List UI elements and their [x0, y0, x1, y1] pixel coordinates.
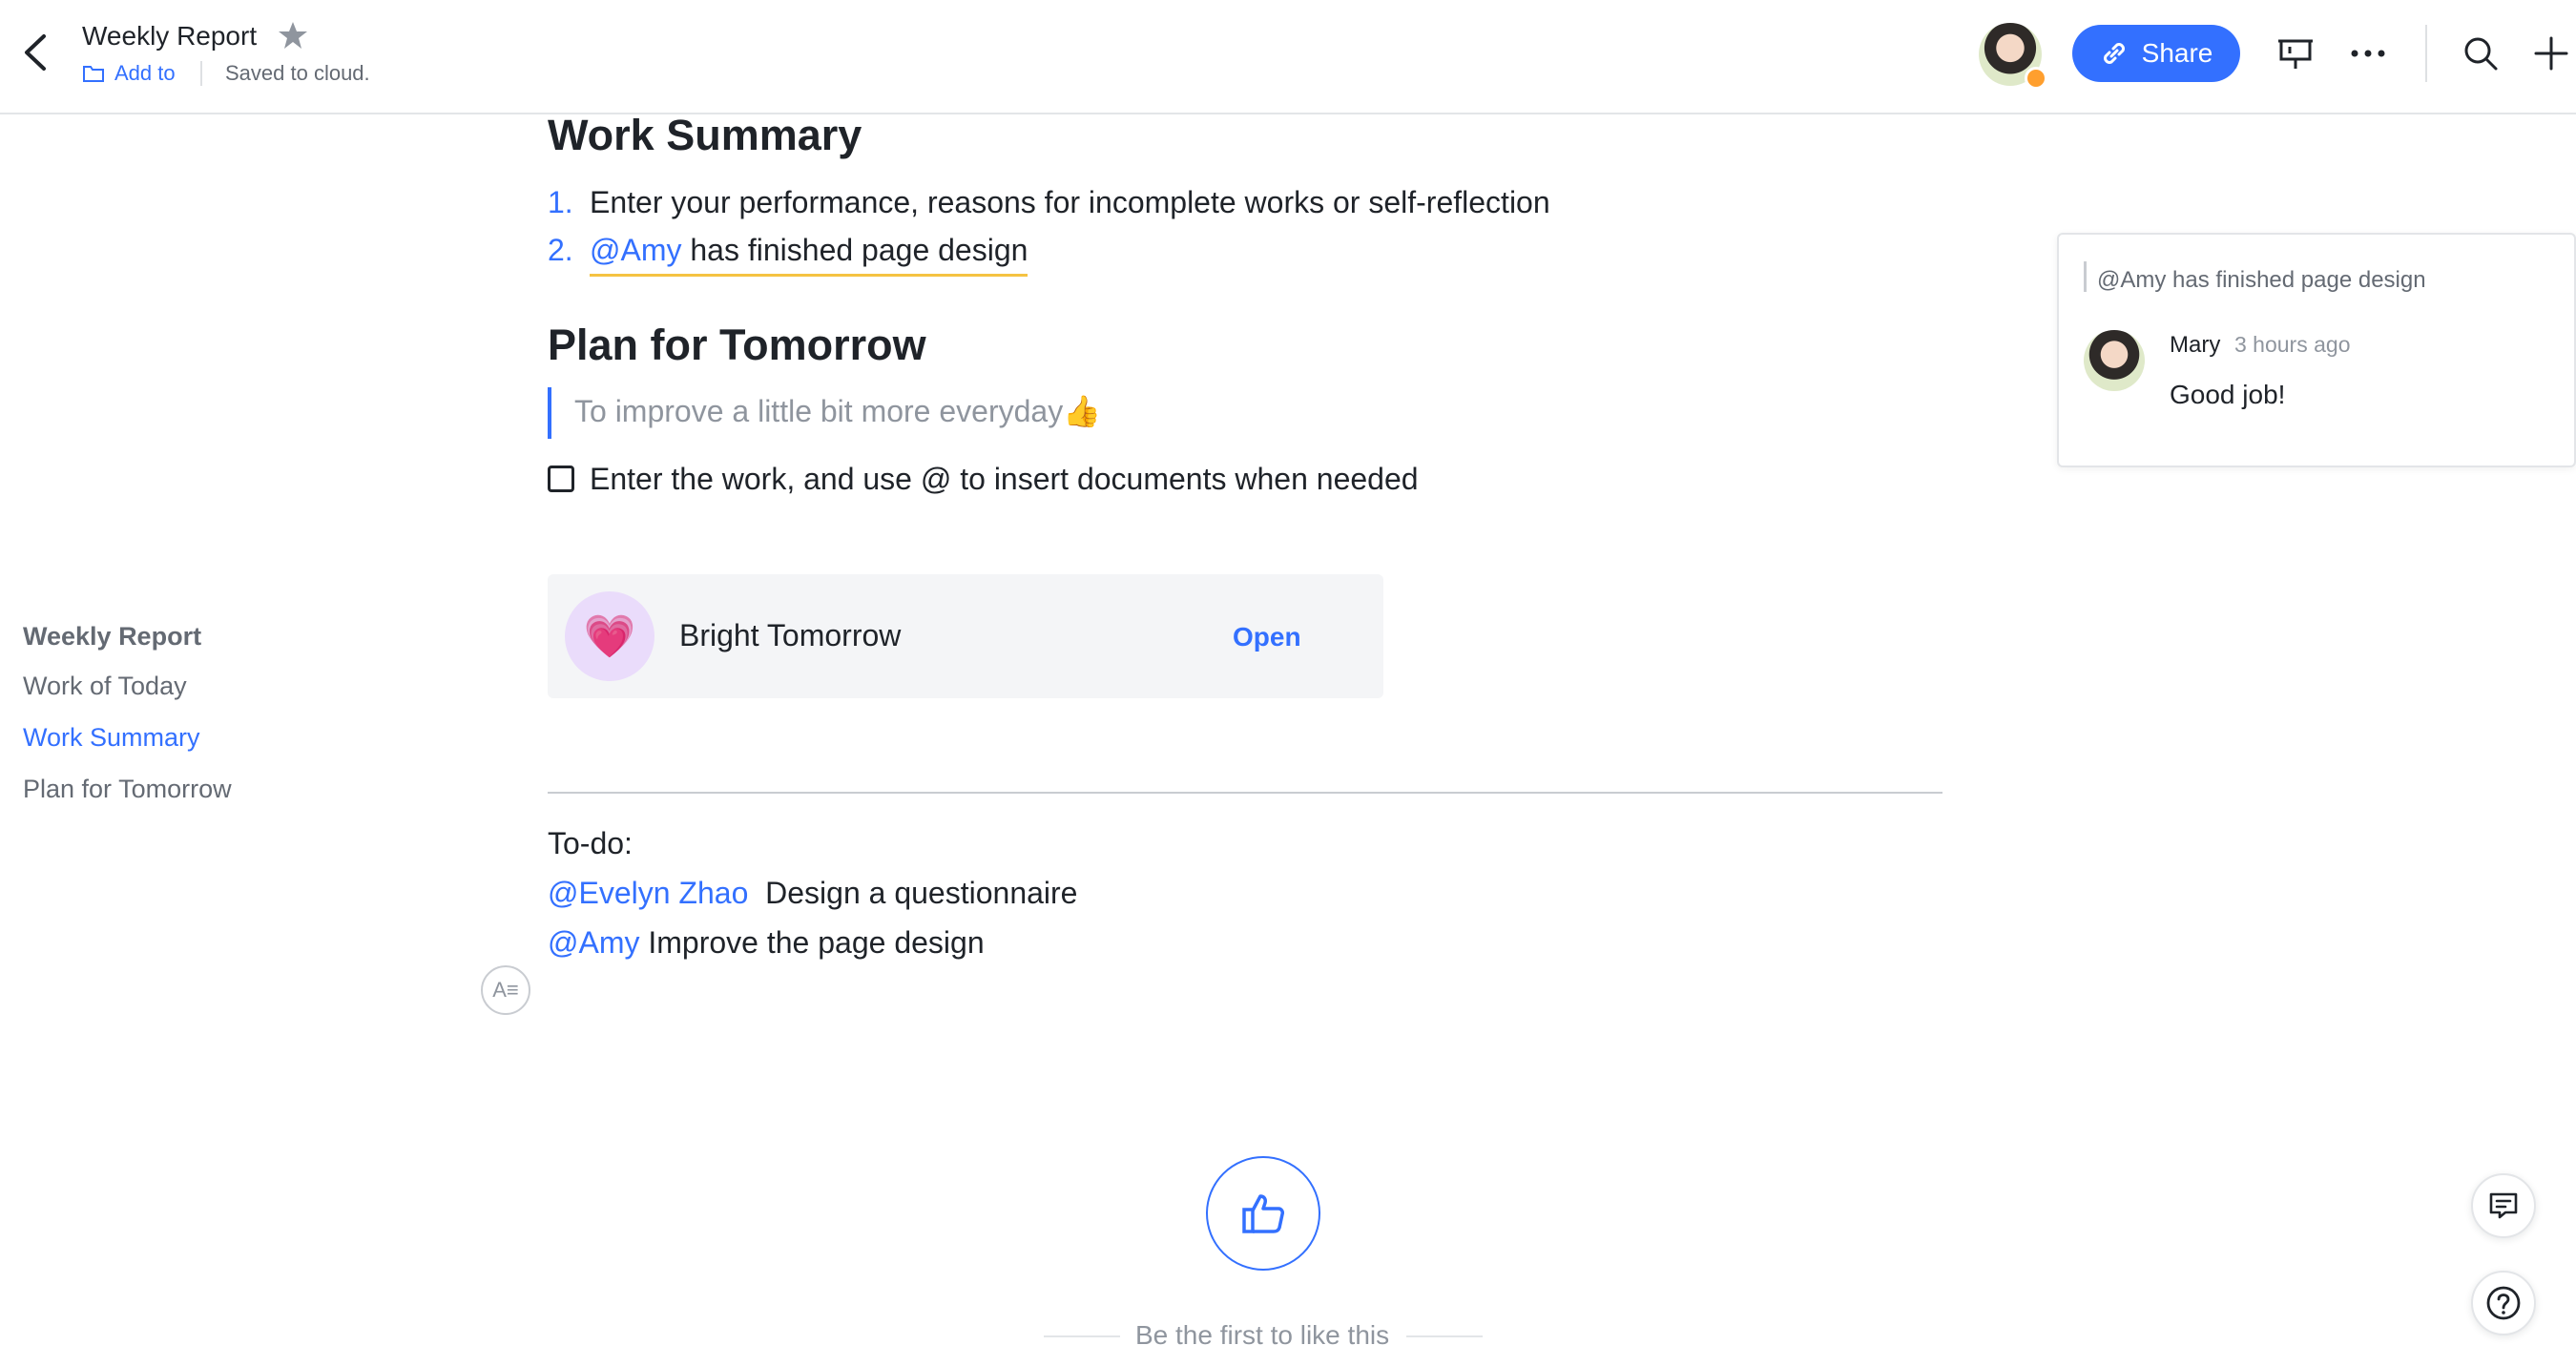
comment-icon [2489, 1192, 2518, 1219]
comment-text: Good job! [2170, 380, 2286, 409]
doc-title: Weekly Report [82, 21, 258, 51]
quote-text[interactable]: To improve a little bit more everyday👍 [574, 393, 1101, 429]
folder-icon [83, 66, 104, 82]
divider [1044, 1335, 1120, 1337]
doc-card[interactable]: 💗 Bright Tomorrow Open [548, 574, 1383, 698]
outline-item-work-summary[interactable]: Work Summary [23, 723, 200, 753]
star-icon[interactable] [277, 19, 309, 52]
quote-bar [548, 387, 551, 439]
link-icon [2103, 43, 2125, 64]
comment-quote: @Amy has finished page design [2097, 267, 2426, 293]
save-status: Saved to cloud. [225, 61, 370, 85]
mention-amy[interactable]: @Amy [548, 925, 639, 960]
mention-evelyn-zhao[interactable]: @Evelyn Zhao [548, 876, 748, 910]
comment-card[interactable]: @Amy has finished page design Mary 3 hou… [2057, 233, 2576, 467]
comment-time: 3 hours ago [2234, 332, 2351, 357]
outline-item-plan-for-tomorrow[interactable]: Plan for Tomorrow [23, 775, 232, 804]
presentation-icon[interactable] [2276, 34, 2315, 72]
task-text[interactable]: Enter the work, and use @ to insert docu… [590, 462, 1419, 497]
share-button[interactable]: Share [2072, 25, 2240, 82]
heading-work-summary: Work Summary [548, 111, 862, 159]
list-item-text[interactable]: Enter your performance, reasons for inco… [590, 185, 1550, 220]
todo-text: Design a questionnaire [765, 876, 1078, 910]
task-checkbox[interactable] [548, 466, 574, 492]
share-label: Share [2141, 38, 2213, 68]
top-bar: Weekly Report Add to Saved to cloud. Sha… [0, 0, 2576, 114]
back-button[interactable] [17, 29, 55, 76]
outline-title[interactable]: Weekly Report [23, 622, 201, 652]
heading-plan-for-tomorrow: Plan for Tomorrow [548, 321, 926, 369]
divider [200, 61, 202, 86]
help-icon [2486, 1286, 2521, 1320]
todo-row[interactable]: @Amy Improve the page design [548, 925, 985, 961]
divider [2425, 25, 2427, 82]
add-to-button[interactable]: Add to [82, 61, 176, 86]
text-style-icon: A≡ [492, 978, 519, 1002]
commented-list-item[interactable]: @Amy has finished page design [590, 233, 1028, 277]
presence-dot [2025, 67, 2047, 90]
quote-bar [2084, 261, 2087, 292]
add-to-label: Add to [114, 61, 176, 85]
card-title: Bright Tomorrow [679, 618, 902, 652]
thumbs-up-icon [1242, 1194, 1284, 1233]
open-link[interactable]: Open [1233, 622, 1301, 652]
outline-item-work-of-today[interactable]: Work of Today [23, 672, 187, 701]
plus-icon[interactable] [2532, 34, 2570, 72]
todo-row[interactable]: @Evelyn Zhao Design a questionnaire [548, 876, 1077, 911]
heart-icon: 💗 [565, 591, 654, 681]
like-caption: Be the first to like this [1135, 1320, 1390, 1350]
comment-author: Mary [2170, 332, 2221, 358]
list-number: 1. [548, 185, 573, 219]
more-icon[interactable] [2347, 36, 2389, 71]
mention-amy[interactable]: @Amy [590, 233, 681, 267]
todo-label: To-do: [548, 826, 633, 860]
list-number: 2. [548, 233, 573, 267]
horizontal-divider [548, 792, 1942, 794]
help-button[interactable] [2471, 1271, 2536, 1335]
search-icon[interactable] [2462, 34, 2500, 72]
like-button[interactable] [1206, 1156, 1320, 1271]
todo-text: Improve the page design [648, 925, 985, 960]
avatar[interactable] [2084, 330, 2145, 391]
list-item-text: has finished page design [690, 233, 1028, 267]
divider [1406, 1335, 1483, 1337]
comments-button[interactable] [2471, 1173, 2536, 1238]
chevron-left-icon [25, 34, 46, 71]
text-style-button[interactable]: A≡ [481, 965, 530, 1015]
